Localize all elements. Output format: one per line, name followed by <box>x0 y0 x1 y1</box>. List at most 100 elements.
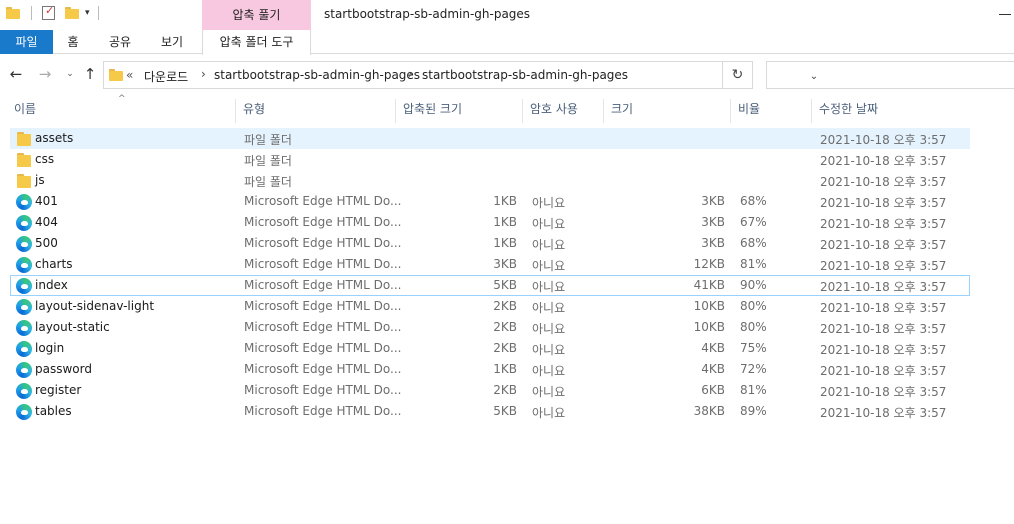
file-size: 10KB <box>693 320 725 334</box>
file-password: 아니요 <box>532 196 566 210</box>
breadcrumb-folder-1[interactable]: startbootstrap-sb-admin-gh-pages <box>214 68 420 82</box>
file-row[interactable]: js 파일 폴더 2021-10-18 오후 3:57 <box>10 170 970 191</box>
file-row[interactable]: 500 Microsoft Edge HTML Do... 1KB 아니요 3KB 68%… <box>10 233 970 254</box>
file-row[interactable]: password Microsoft Edge HTML Do... 1KB 아니요 4… <box>10 359 970 380</box>
file-packed-size: 2KB <box>493 383 517 397</box>
folder-icon <box>16 173 32 189</box>
file-date-modified: 2021-10-18 오후 3:57 <box>820 364 947 378</box>
file-size: 3KB <box>701 236 725 250</box>
refresh-icon[interactable]: ↻ <box>723 61 753 89</box>
properties-icon[interactable]: ✓ <box>42 5 55 20</box>
file-ratio: 81% <box>740 257 767 271</box>
edge-icon <box>16 362 32 378</box>
file-size: 38KB <box>693 404 725 418</box>
file-password: 아니요 <box>532 259 566 273</box>
file-ratio: 67% <box>740 215 767 229</box>
column-header-password[interactable]: 암호 사용 <box>524 99 604 123</box>
column-header-ratio[interactable]: 비율 <box>732 99 812 123</box>
window-title: startbootstrap-sb-admin-gh-pages <box>324 7 531 21</box>
folder-icon <box>109 69 123 81</box>
column-header-name[interactable]: 이름 <box>8 99 236 123</box>
file-password: 아니요 <box>532 385 566 399</box>
file-name: assets <box>35 131 74 145</box>
folder-icon <box>16 152 32 168</box>
file-row[interactable]: charts Microsoft Edge HTML Do... 3KB 아니요 12K… <box>10 254 970 275</box>
file-size: 6KB <box>701 383 725 397</box>
column-header-size[interactable]: 크기 <box>605 99 731 123</box>
tab-home[interactable]: 홈 <box>53 30 93 54</box>
file-row[interactable]: css 파일 폴더 2021-10-18 오후 3:57 <box>10 149 970 170</box>
file-packed-size: 1KB <box>493 215 517 229</box>
breadcrumb-folder-2[interactable]: startbootstrap-sb-admin-gh-pages <box>422 68 628 82</box>
file-name: js <box>35 173 45 187</box>
file-name: login <box>35 341 65 355</box>
back-arrow-icon[interactable]: ← <box>8 66 24 82</box>
file-date-modified: 2021-10-18 오후 3:57 <box>820 406 947 420</box>
file-date-modified: 2021-10-18 오후 3:57 <box>820 259 947 273</box>
file-size: 10KB <box>693 299 725 313</box>
customize-toolbar-icon[interactable]: ▾ <box>85 8 90 18</box>
tab-share[interactable]: 공유 <box>100 30 140 54</box>
file-size: 4KB <box>701 341 725 355</box>
minimize-button[interactable] <box>999 14 1011 15</box>
file-row[interactable]: 404 Microsoft Edge HTML Do... 1KB 아니요 3KB 67%… <box>10 212 970 233</box>
tab-file[interactable]: 파일 <box>0 30 53 54</box>
edge-icon <box>16 236 32 252</box>
file-row[interactable]: register Microsoft Edge HTML Do... 2KB 아니요 6… <box>10 380 970 401</box>
column-header-type[interactable]: 유형 <box>237 99 396 123</box>
file-ratio: 89% <box>740 404 767 418</box>
file-row[interactable]: login Microsoft Edge HTML Do... 2KB 아니요 4KB 7… <box>10 338 970 359</box>
file-ratio: 72% <box>740 362 767 376</box>
file-password: 아니요 <box>532 301 566 315</box>
column-header-packed-size[interactable]: 압축된 크기 <box>397 99 523 123</box>
toolbar-divider <box>31 6 32 20</box>
file-row[interactable]: assets 파일 폴더 2021-10-18 오후 3:57 <box>10 128 970 149</box>
file-row[interactable]: index Microsoft Edge HTML Do... 5KB 아니요 41KB… <box>10 275 970 296</box>
file-password: 아니요 <box>532 238 566 252</box>
file-date-modified: 2021-10-18 오후 3:57 <box>820 175 947 189</box>
file-type: 파일 폴더 <box>244 175 292 189</box>
file-size: 4KB <box>701 362 725 376</box>
file-packed-size: 5KB <box>493 278 517 292</box>
folder-icon <box>6 7 20 19</box>
file-password: 아니요 <box>532 343 566 357</box>
file-name: register <box>35 383 82 397</box>
file-packed-size: 2KB <box>493 299 517 313</box>
file-row[interactable]: layout-sidenav-light Microsoft Edge HTML … <box>10 296 970 317</box>
search-input[interactable] <box>766 61 1014 89</box>
file-type: Microsoft Edge HTML Do... <box>244 299 402 313</box>
edge-icon <box>16 404 32 420</box>
breadcrumb-downloads[interactable]: 다운로드 <box>144 68 188 85</box>
address-bar[interactable]: « 다운로드 › startbootstrap-sb-admin-gh-page… <box>103 61 818 89</box>
up-arrow-icon[interactable]: ↑ <box>82 66 98 82</box>
column-headers: ^ 이름 유형 압축된 크기 암호 사용 크기 비율 수정한 날짜 <box>0 93 1014 123</box>
forward-arrow-icon[interactable]: → <box>37 66 53 82</box>
file-name: layout-static <box>35 320 110 334</box>
file-date-modified: 2021-10-18 오후 3:57 <box>820 133 947 147</box>
toolbar-divider <box>97 6 99 20</box>
file-row[interactable]: layout-static Microsoft Edge HTML Do... 2K… <box>10 317 970 338</box>
file-date-modified: 2021-10-18 오후 3:57 <box>820 196 947 210</box>
file-size: 3KB <box>701 194 725 208</box>
file-name: layout-sidenav-light <box>35 299 155 313</box>
context-tab-header: 압축 풀기 <box>202 0 311 30</box>
new-folder-icon[interactable] <box>65 7 79 19</box>
tab-compressed-folder-tools[interactable]: 압축 폴더 도구 <box>202 30 311 55</box>
file-type: Microsoft Edge HTML Do... <box>244 278 402 292</box>
breadcrumb-separator-icon[interactable]: › <box>201 67 206 81</box>
recent-locations-chevron-icon[interactable]: ⌄ <box>62 66 78 82</box>
file-packed-size: 3KB <box>493 257 517 271</box>
tab-view[interactable]: 보기 <box>152 30 192 54</box>
file-packed-size: 1KB <box>493 236 517 250</box>
edge-icon <box>16 320 32 336</box>
breadcrumb-overflow[interactable]: « <box>126 68 133 82</box>
file-size: 41KB <box>693 278 725 292</box>
file-type: 파일 폴더 <box>244 133 292 147</box>
breadcrumb-separator-icon[interactable]: › <box>408 67 413 81</box>
edge-icon <box>16 257 32 273</box>
file-ratio: 68% <box>740 236 767 250</box>
file-row[interactable]: 401 Microsoft Edge HTML Do... 1KB 아니요 3KB 68%… <box>10 191 970 212</box>
file-name: password <box>35 362 92 376</box>
column-header-date-modified[interactable]: 수정한 날짜 <box>813 99 963 123</box>
file-row[interactable]: tables Microsoft Edge HTML Do... 5KB 아니요 38K… <box>10 401 970 422</box>
